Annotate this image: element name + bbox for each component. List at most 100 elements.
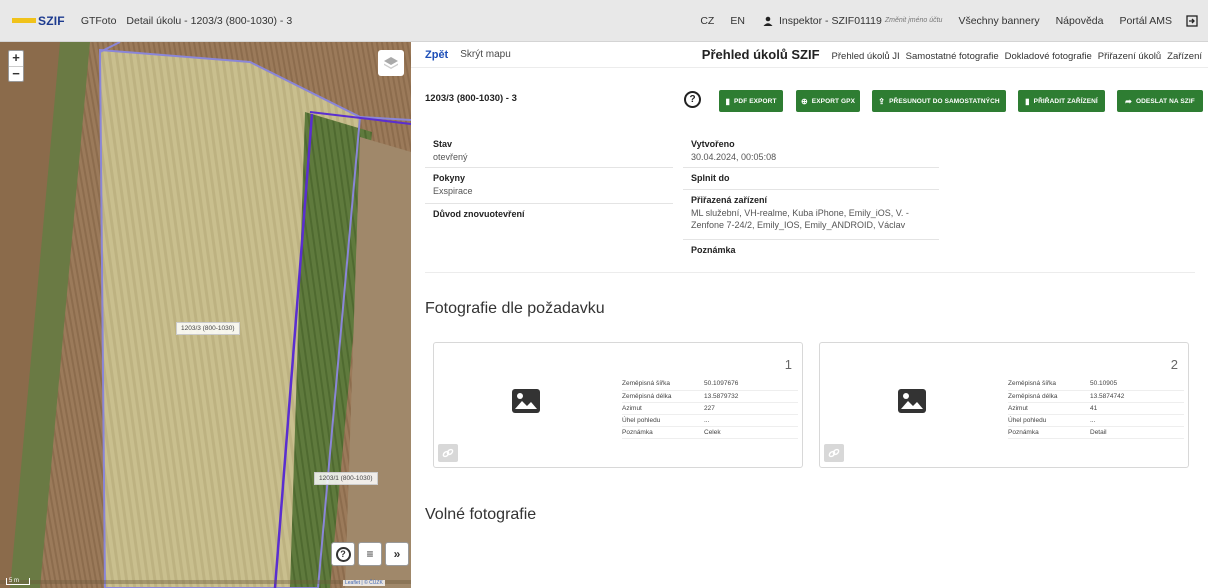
table-value: ... bbox=[1090, 414, 1184, 427]
logout-icon[interactable] bbox=[1186, 14, 1198, 27]
task-id: 1203/3 (800-1030) - 3 bbox=[425, 93, 517, 104]
field-due-date: Splnit do bbox=[683, 168, 939, 190]
table-value: 50.1097676 bbox=[704, 378, 798, 391]
field-value: otevřený bbox=[433, 152, 468, 162]
nav-ji-tasks[interactable]: Přehled úkolů JI bbox=[832, 51, 900, 62]
map-expand-button[interactable]: » bbox=[385, 542, 409, 566]
map-attribution[interactable]: Leaflet | © ČÚZK bbox=[343, 580, 385, 586]
table-value: 227 bbox=[704, 402, 798, 415]
table-row: Poznámka Celek bbox=[622, 426, 798, 439]
szif-logo[interactable]: SZIF bbox=[12, 14, 65, 28]
send-icon: ➦ bbox=[1125, 96, 1132, 106]
user-name: Inspektor - SZIF01119 bbox=[778, 14, 882, 27]
upload-icon: ⇪ bbox=[878, 96, 886, 106]
move-to-standalone-button[interactable]: ⇪ PŘESUNOUT DO SAMOSTATNÝCH bbox=[872, 90, 1006, 112]
table-value: Celek bbox=[704, 426, 798, 439]
field-value: 30.04.2024, 00:05:08 bbox=[691, 152, 777, 162]
layers-icon bbox=[384, 57, 398, 69]
all-banners-link[interactable]: Všechny bannery bbox=[958, 15, 1039, 27]
aerial-map[interactable] bbox=[0, 42, 411, 588]
image-placeholder-icon bbox=[898, 389, 926, 413]
pdf-export-button[interactable]: ▮ PDF EXPORT bbox=[719, 90, 783, 112]
field-assigned-devices: Přiřazená zařízení ML služební, VH-realm… bbox=[683, 190, 939, 240]
page-title: Detail úkolu - 1203/3 (800-1030) - 3 bbox=[126, 14, 293, 27]
map-panel[interactable]: + − 1203/3 (800-1030) 1203/1 (800-1030) … bbox=[0, 42, 411, 588]
photo-metadata-table: Zeměpisná šířka 50.10905 Zeměpisná délka 1… bbox=[1008, 378, 1184, 439]
ams-portal-link[interactable]: Portál AMS bbox=[1119, 15, 1172, 27]
photo-card[interactable]: 1 Zeměpisná šířka 50.1097676 Zeměpisná dé… bbox=[433, 342, 803, 468]
map-help-button[interactable]: ? bbox=[331, 542, 355, 566]
link-icon bbox=[828, 448, 840, 458]
app-name[interactable]: GTFoto bbox=[81, 15, 117, 27]
hide-map-link[interactable]: Skrýt mapu bbox=[460, 49, 511, 60]
lang-en-button[interactable]: EN bbox=[722, 15, 753, 27]
link-button[interactable] bbox=[824, 444, 844, 462]
help-link[interactable]: Nápověda bbox=[1056, 15, 1104, 27]
table-row: Zeměpisná šířka 50.10905 bbox=[1008, 378, 1184, 391]
nav-devices[interactable]: Zařízení bbox=[1167, 51, 1202, 62]
table-key: Poznámka bbox=[622, 426, 704, 439]
table-value: 41 bbox=[1090, 402, 1184, 415]
table-value: Detail bbox=[1090, 426, 1184, 439]
back-link[interactable]: Zpět bbox=[425, 49, 448, 61]
send-to-szif-button[interactable]: ➦ ODESLAT NA SZIF bbox=[1117, 90, 1203, 112]
change-account-name-link[interactable]: Změnit jméno účtu bbox=[885, 17, 943, 24]
table-value: 50.10905 bbox=[1090, 378, 1184, 391]
map-scale: 5 m bbox=[6, 578, 31, 585]
gpx-icon: ⊕ bbox=[800, 96, 808, 106]
nav-szif-tasks[interactable]: Přehled úkolů SZIF bbox=[702, 47, 820, 62]
field-note: Poznámka bbox=[683, 240, 939, 262]
info-left-column: Stav otevřený Pokyny Exspirace Důvod zno… bbox=[425, 134, 673, 223]
divider bbox=[425, 272, 1195, 273]
layers-button[interactable] bbox=[378, 50, 404, 76]
photo-number: 2 bbox=[1170, 357, 1178, 372]
zoom-in-button[interactable]: + bbox=[9, 51, 23, 66]
table-key: Zeměpisná délka bbox=[1008, 390, 1090, 403]
table-key: Zeměpisná délka bbox=[622, 390, 704, 403]
field-value: Exspirace bbox=[433, 186, 473, 196]
field-created: Vytvořeno 30.04.2024, 00:05:08 bbox=[683, 134, 939, 168]
table-key: Azimut bbox=[622, 402, 704, 415]
lang-cz-button[interactable]: CZ bbox=[692, 15, 722, 27]
table-row: Zeměpisná šířka 50.1097676 bbox=[622, 378, 798, 391]
device-icon: ▮ bbox=[1025, 96, 1030, 106]
table-key: Zeměpisná šířka bbox=[622, 378, 704, 391]
field-label: Stav bbox=[433, 139, 453, 149]
table-row: Poznámka Detail bbox=[1008, 426, 1184, 439]
field-state: Stav otevřený bbox=[425, 134, 673, 168]
zoom-control: + − bbox=[8, 50, 24, 82]
sub-navigation: Zpět Skrýt mapu Přehled úkolů SZIF Přehl… bbox=[411, 42, 1208, 68]
table-value: ... bbox=[704, 414, 798, 427]
table-value: 13.5879732 bbox=[704, 390, 798, 403]
help-icon[interactable]: ? bbox=[684, 91, 701, 108]
photo-metadata-table: Zeměpisná šířka 50.1097676 Zeměpisná délk… bbox=[622, 378, 798, 439]
table-key: Úhel pohledu bbox=[622, 414, 704, 427]
table-key: Azimut bbox=[1008, 402, 1090, 415]
requested-photos-heading: Fotografie dle požadavku bbox=[425, 300, 605, 317]
parcel-label: 1203/1 (800-1030) bbox=[314, 472, 378, 485]
field-reopen-reason: Důvod znovuotevření bbox=[425, 204, 673, 223]
table-row: Zeměpisná délka 13.5879732 bbox=[622, 390, 798, 403]
nav-task-assignment[interactable]: Přiřazení úkolů bbox=[1098, 51, 1161, 62]
link-icon bbox=[442, 448, 454, 458]
field-label: Přiřazená zařízení bbox=[691, 195, 768, 205]
assign-device-button[interactable]: ▮ PŘIŘADIT ZAŘÍZENÍ bbox=[1018, 90, 1105, 112]
nav-documentary-photos[interactable]: Dokladové fotografie bbox=[1005, 51, 1092, 62]
link-button[interactable] bbox=[438, 444, 458, 462]
logo-text: SZIF bbox=[38, 13, 65, 28]
field-instructions: Pokyny Exspirace bbox=[425, 168, 673, 204]
photo-card[interactable]: 2 Zeměpisná šířka 50.10905 Zeměpisná délk… bbox=[819, 342, 1189, 468]
field-label: Důvod znovuotevření bbox=[433, 209, 525, 219]
table-row: Azimut 41 bbox=[1008, 402, 1184, 415]
help-icon: ? bbox=[335, 546, 351, 562]
zoom-out-button[interactable]: − bbox=[9, 66, 23, 81]
user-icon bbox=[763, 16, 773, 26]
field-label: Vytvořeno bbox=[691, 139, 735, 149]
nav-standalone-photos[interactable]: Samostatné fotografie bbox=[906, 51, 999, 62]
export-gpx-button[interactable]: ⊕ EXPORT GPX bbox=[796, 90, 860, 112]
user-menu[interactable]: Inspektor - SZIF01119 Změnit jméno účtu bbox=[763, 14, 943, 27]
map-list-button[interactable]: ≡ bbox=[358, 542, 382, 566]
button-label: ODESLAT NA SZIF bbox=[1135, 97, 1195, 105]
top-bar: SZIF GTFoto Detail úkolu - 1203/3 (800-1… bbox=[0, 0, 1208, 42]
field-label: Pokyny bbox=[433, 173, 466, 183]
